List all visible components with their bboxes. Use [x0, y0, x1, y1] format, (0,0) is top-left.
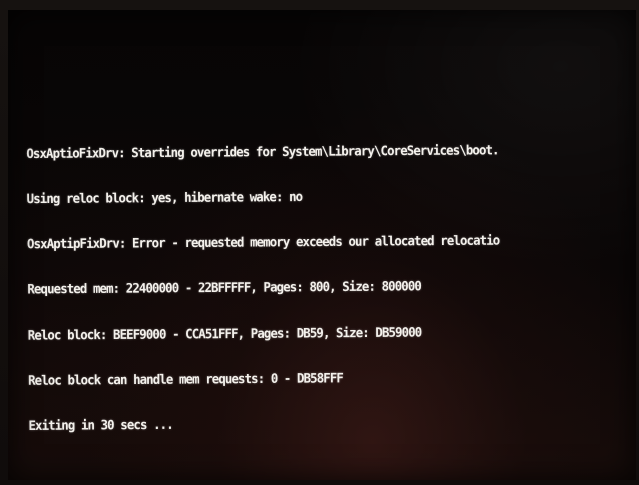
monitor-photo: OsxAptioFixDrv: Starting overrides for S…	[0, 0, 639, 485]
console-line: Reloc block can handle mem requests: 0 -…	[28, 369, 343, 388]
console-line: OsxAptioFixDrv: Starting overrides for S…	[26, 141, 499, 161]
console-line: OsxAptipFixDrv: Error - requested memory…	[26, 232, 500, 252]
boot-screen: OsxAptioFixDrv: Starting overrides for S…	[8, 10, 636, 480]
console-line: Using reloc block: yes, hibernate wake: …	[26, 188, 303, 207]
console-line: Reloc block: BEEF9000 - CCA51FFF, Pages:…	[27, 323, 422, 343]
console-line: Exiting in 30 secs ...	[28, 416, 173, 434]
boot-console-output: OsxAptioFixDrv: Starting overrides for S…	[26, 111, 636, 464]
console-line: Requested mem: 22400000 - 22BFFFFF, Page…	[27, 278, 422, 298]
